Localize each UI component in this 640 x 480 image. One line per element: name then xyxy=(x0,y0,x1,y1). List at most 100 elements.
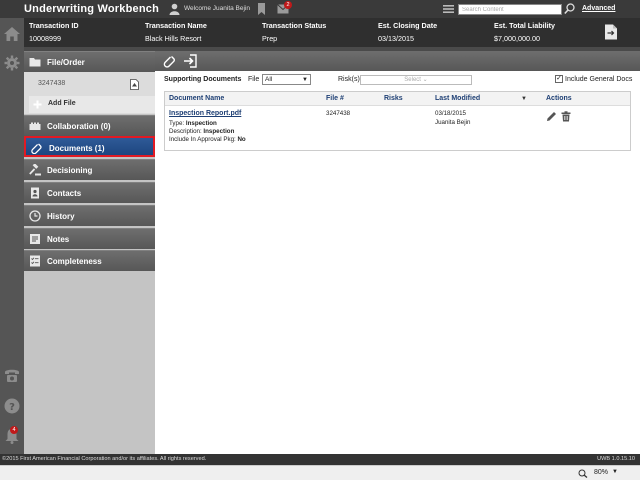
file-order-header[interactable]: File/Order xyxy=(24,51,155,72)
col-risks[interactable]: Risks xyxy=(384,95,403,102)
notification-count-badge: 4 xyxy=(10,426,18,434)
nav-item-contacts[interactable]: Contacts xyxy=(24,182,155,203)
total-liability-value: $7,000,000.00 xyxy=(494,34,540,43)
nav-item-notes[interactable]: Notes xyxy=(24,228,155,249)
table-row: Inspection Report.pdf Type: Inspection D… xyxy=(165,107,630,151)
checklist-icon xyxy=(30,255,40,267)
file-filter-label: File xyxy=(248,76,260,83)
help-icon[interactable]: ? xyxy=(4,398,20,414)
closing-date-value: 03/13/2015 xyxy=(378,34,414,43)
search-icon[interactable] xyxy=(564,3,575,15)
edit-pencil-icon[interactable] xyxy=(546,111,557,122)
sidebar: File/Order 3247438 Add File Collaboratio… xyxy=(24,51,155,454)
nav-item-decisioning[interactable]: Decisioning xyxy=(24,159,155,180)
zoom-magnifier-icon[interactable] xyxy=(578,469,590,478)
bookmark-icon[interactable] xyxy=(257,3,266,15)
mail-count-badge: 2 xyxy=(284,1,292,9)
approval-value: No xyxy=(237,136,246,143)
search-input[interactable] xyxy=(458,4,562,15)
document-description: Description: Inspection xyxy=(169,128,234,135)
clock-icon xyxy=(29,210,41,222)
icon-rail: ? 4 xyxy=(0,18,24,454)
include-general-docs-checkbox[interactable]: ✓ xyxy=(555,75,563,83)
assign-arrow-icon[interactable] xyxy=(183,54,197,68)
transaction-id-label: Transaction ID xyxy=(29,21,79,30)
transaction-id-value: 10008999 xyxy=(29,34,61,43)
type-value: Inspection xyxy=(185,120,217,127)
pdf-document-icon[interactable] xyxy=(130,79,139,90)
file-order-label: File/Order xyxy=(47,58,85,67)
phone-icon[interactable] xyxy=(4,368,20,382)
notes-icon xyxy=(30,234,40,244)
document-modified-by: Juanita Bejin xyxy=(435,119,471,126)
transaction-status-column: Transaction Status Prep xyxy=(262,21,326,43)
risks-filter-placeholder: Select xyxy=(404,77,421,83)
menu-icon[interactable] xyxy=(443,4,454,14)
document-modified-date: 03/18/2015 xyxy=(435,110,466,117)
document-approval: Include In Approval Pkg: No xyxy=(169,136,246,143)
home-icon[interactable] xyxy=(4,27,20,41)
type-label: Type: xyxy=(169,120,185,127)
browser-status-bar: 80% ▼ xyxy=(0,465,640,480)
transaction-name-column: Transaction Name Black Hills Resort xyxy=(145,21,207,43)
documents-table-header: Document Name File # Risks Last Modified… xyxy=(165,92,630,106)
file-number[interactable]: 3247438 xyxy=(38,80,65,87)
app-title: Underwriting Workbench xyxy=(24,3,159,15)
transaction-status-label: Transaction Status xyxy=(262,21,327,30)
nav-item-completeness[interactable]: Completeness xyxy=(24,250,155,271)
transaction-header: Transaction ID 10008999 Transaction Name… xyxy=(24,18,640,47)
documents-table: Document Name File # Risks Last Modified… xyxy=(164,91,631,151)
col-document-name[interactable]: Document Name xyxy=(169,95,224,102)
advanced-search-link[interactable]: Advanced xyxy=(582,5,615,12)
gavel-icon xyxy=(29,164,41,176)
contacts-icon xyxy=(31,187,39,199)
document-type: Type: Inspection xyxy=(169,120,217,127)
attach-link-icon[interactable] xyxy=(163,54,177,68)
trash-icon[interactable] xyxy=(561,111,571,122)
nav-item-history[interactable]: History xyxy=(24,205,155,226)
document-file-number: 3247438 xyxy=(326,110,351,117)
closing-date-label: Est. Closing Date xyxy=(378,21,438,30)
zoom-level[interactable]: 80% xyxy=(594,469,608,476)
top-bar: Underwriting Workbench Welcome Juanita B… xyxy=(0,0,640,18)
svg-text:?: ? xyxy=(9,402,15,413)
documents-toolbar xyxy=(155,51,640,71)
file-panel: 3247438 Add File xyxy=(24,72,155,114)
transaction-name-value: Black Hills Resort xyxy=(145,34,202,43)
nav-label-documents: Documents (1) xyxy=(49,144,105,153)
nav-label-contacts: Contacts xyxy=(47,189,82,198)
nav-item-collaboration[interactable]: Collaboration (0) xyxy=(24,115,155,136)
document-name-link[interactable]: Inspection Report.pdf xyxy=(169,110,241,117)
gear-icon[interactable] xyxy=(4,55,20,71)
nav-label-notes: Notes xyxy=(47,235,70,244)
transaction-name-label: Transaction Name xyxy=(145,21,207,30)
col-file-number[interactable]: File # xyxy=(326,95,344,102)
include-general-docs-label: Include General Docs xyxy=(565,76,633,83)
nav-label-collaboration: Collaboration (0) xyxy=(47,122,111,131)
col-last-modified[interactable]: Last Modified xyxy=(435,95,480,102)
chevron-down-icon[interactable]: ▼ xyxy=(612,469,618,475)
user-icon[interactable] xyxy=(169,3,180,15)
sort-descending-icon[interactable]: ▼ xyxy=(521,96,527,102)
description-value: Inspection xyxy=(203,128,235,135)
add-file-label: Add File xyxy=(48,100,76,107)
footer: ©2015 First American Financial Corporati… xyxy=(0,454,640,465)
plus-icon xyxy=(33,100,42,109)
welcome-text: Welcome Juanita Bejin xyxy=(184,5,250,12)
nav-item-documents[interactable]: Documents (1) xyxy=(24,136,155,157)
version-text: UWB 1.0.15.10 xyxy=(597,456,635,462)
collaboration-icon xyxy=(29,122,41,130)
add-file-button[interactable]: Add File xyxy=(29,96,155,113)
documents-filter-row: Supporting Documents File All ▼ Risk(s) … xyxy=(155,71,640,89)
closing-date-column: Est. Closing Date 03/13/2015 xyxy=(378,21,437,43)
file-filter-select[interactable]: All ▼ xyxy=(262,74,311,85)
nav-label-completeness: Completeness xyxy=(47,257,102,266)
risks-filter-select[interactable]: Select ⌄ xyxy=(360,75,472,85)
total-liability-label: Est. Total Liability xyxy=(494,21,555,30)
nav-label-history: History xyxy=(47,212,75,221)
document-export-icon[interactable] xyxy=(604,24,618,40)
col-actions: Actions xyxy=(546,95,572,102)
transaction-status-value: Prep xyxy=(262,34,278,43)
copyright-text: ©2015 First American Financial Corporati… xyxy=(2,456,207,462)
total-liability-column: Est. Total Liability $7,000,000.00 xyxy=(494,21,555,43)
